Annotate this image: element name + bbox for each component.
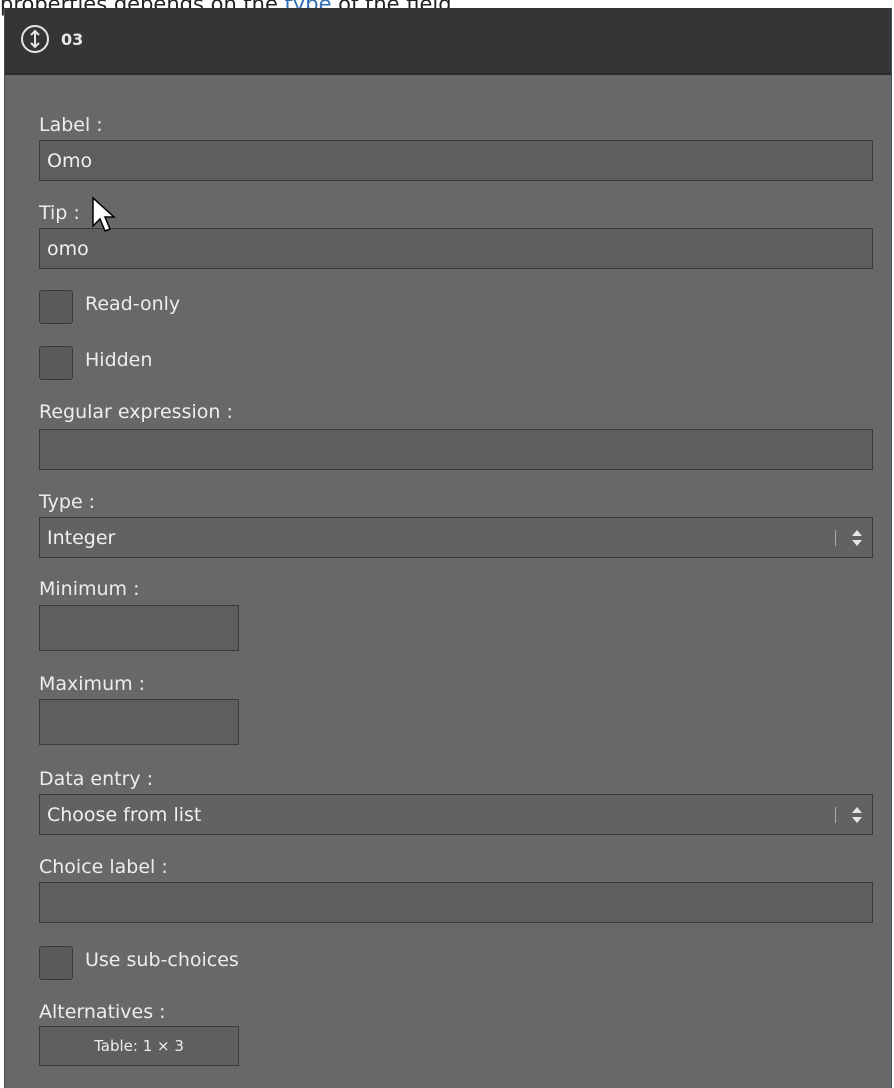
mouse-pointer-icon (92, 196, 116, 232)
field-properties-panel: 03 Label : Omo Tip : omo Read-only Hidde… (4, 8, 892, 1088)
maximum-caption: Maximum : (39, 673, 146, 695)
regex-input[interactable] (39, 429, 873, 470)
choice-label-caption: Choice label : (39, 856, 168, 878)
maximum-input[interactable] (39, 699, 239, 745)
data-entry-caption: Data entry : (39, 768, 154, 790)
type-caption: Type : (39, 491, 96, 513)
minimum-input[interactable] (39, 605, 239, 651)
regex-caption: Regular expression : (39, 401, 233, 423)
use-sub-choices-label: Use sub-choices (85, 949, 239, 971)
use-sub-choices-checkbox[interactable] (39, 946, 73, 980)
panel-title: 03 (61, 30, 84, 49)
up-down-chevron-icon (852, 530, 862, 546)
hidden-label: Hidden (85, 349, 153, 371)
read-only-checkbox[interactable] (39, 290, 73, 324)
type-select-value: Integer (47, 527, 116, 549)
choice-label-input[interactable] (39, 882, 873, 923)
alternatives-table-button[interactable]: Table: 1 × 3 (39, 1026, 239, 1066)
minimum-caption: Minimum : (39, 578, 140, 600)
hidden-checkbox[interactable] (39, 346, 73, 380)
label-input[interactable]: Omo (39, 140, 873, 181)
panel-header: 03 (5, 8, 891, 75)
tip-caption: Tip : (39, 202, 80, 224)
select-separator (835, 530, 836, 546)
read-only-label: Read-only (85, 293, 181, 315)
tip-input[interactable]: omo (39, 228, 873, 269)
type-select[interactable]: Integer (39, 517, 873, 558)
data-entry-select[interactable]: Choose from list (39, 794, 873, 835)
alternatives-caption: Alternatives : (39, 1001, 166, 1023)
select-separator (835, 807, 836, 823)
up-down-chevron-icon (852, 807, 862, 823)
label-caption: Label : (39, 114, 103, 136)
info-sort-icon (21, 25, 49, 53)
data-entry-select-value: Choose from list (47, 804, 202, 826)
